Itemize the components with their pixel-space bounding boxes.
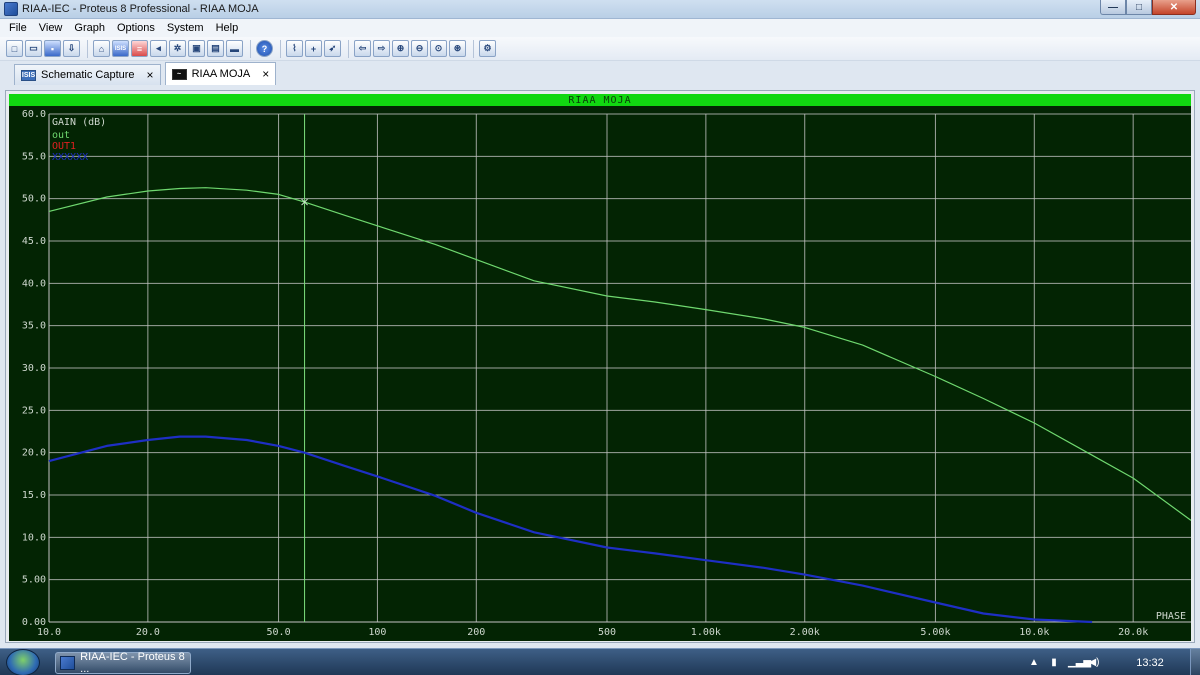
window-controls: — □ ✕ <box>1100 0 1196 15</box>
x-tick-label: 10.0k <box>1019 627 1049 638</box>
graph-window: RIAA MOJA 0.00 5.00 10.0 15.0 20.0 25.0 30.0 35… <box>5 90 1195 643</box>
graph-settings-icon[interactable]: ⚙ <box>479 40 496 57</box>
taskbar: RIAA-IEC - Proteus 8 ... ▲ ▮ ▁▃▅ ◀) 13:3… <box>0 648 1200 675</box>
menu-view[interactable]: View <box>33 22 69 34</box>
y-tick-label: 35.0 <box>22 321 46 332</box>
zoom-out-icon[interactable]: ⊖ <box>411 40 428 57</box>
save-icon[interactable]: ▪ <box>44 40 61 57</box>
document-tabs: ISIS Schematic Capture × ~ RIAA MOJA × <box>0 61 1200 85</box>
tab-label: Schematic Capture <box>41 69 135 81</box>
tab-riaa-moja[interactable]: ~ RIAA MOJA × <box>164 62 277 85</box>
help-icon[interactable]: ? <box>256 40 273 57</box>
app-window: RIAA-IEC - Proteus 8 Professional - RIAA… <box>0 0 1200 675</box>
add-trace-icon[interactable]: + <box>305 40 322 57</box>
tab-label: RIAA MOJA <box>191 68 251 80</box>
zoom-area-icon[interactable]: ⊛ <box>449 40 466 57</box>
x-tick-label: 5.00k <box>920 627 950 638</box>
zoom-in-icon[interactable]: ⊕ <box>392 40 409 57</box>
minimize-button[interactable]: — <box>1100 0 1126 15</box>
tab-schematic-capture[interactable]: ISIS Schematic Capture × <box>14 64 161 85</box>
y-axis-label: GAIN (dB) <box>52 117 106 128</box>
taskbar-task-label: RIAA-IEC - Proteus 8 ... <box>80 651 185 675</box>
network-signal-icon[interactable]: ▁▃▅ <box>1068 657 1091 669</box>
legend-entry: XXXXXX <box>52 152 88 163</box>
x-tick-label: 200 <box>467 627 485 638</box>
graph-title[interactable]: RIAA MOJA <box>9 94 1191 106</box>
y-tick-label: 15.0 <box>22 490 46 501</box>
power-icon[interactable]: ▮ <box>1048 657 1060 669</box>
arrow-right-icon[interactable]: ⇨ <box>373 40 390 57</box>
maximize-button[interactable]: □ <box>1126 0 1152 15</box>
y-tick-label: 55.0 <box>22 151 46 162</box>
y-tick-label: 25.0 <box>22 405 46 416</box>
menu-options[interactable]: Options <box>111 22 161 34</box>
isis-tab-icon: ISIS <box>21 69 36 81</box>
y-tick-label: 50.0 <box>22 194 46 205</box>
show-desktop-button[interactable] <box>1190 649 1200 675</box>
tab-close-button[interactable]: × <box>262 67 269 81</box>
zoom-all-icon[interactable]: ⊙ <box>430 40 447 57</box>
x-tick-label: 50.0 <box>267 627 291 638</box>
menu-system[interactable]: System <box>161 22 210 34</box>
graph-simulate-icon[interactable]: ⌇ <box>286 40 303 57</box>
toolbar-separator <box>280 39 281 58</box>
graph-plot-area[interactable]: 0.00 5.00 10.0 15.0 20.0 25.0 30.0 35.0 40.0 45.0… <box>9 106 1191 641</box>
isis-icon[interactable]: ISIS <box>112 40 129 57</box>
y-tick-label: 10.0 <box>22 532 46 543</box>
start-button[interactable] <box>6 649 40 675</box>
proteus-task-icon <box>60 656 76 670</box>
legend-entry: out <box>52 130 70 141</box>
x-tick-label: 20.0k <box>1118 627 1148 638</box>
toolbar-separator <box>250 39 251 58</box>
title-bar[interactable]: RIAA-IEC - Proteus 8 Professional - RIAA… <box>0 0 1200 19</box>
legend-entry: OUT1 <box>52 141 76 152</box>
x-tick-label: 1.00k <box>691 627 721 638</box>
menu-help[interactable]: Help <box>210 22 245 34</box>
y-tick-label: 20.0 <box>22 448 46 459</box>
tab-close-button[interactable]: × <box>147 68 154 82</box>
x-tick-label: 2.00k <box>790 627 820 638</box>
x-tick-label: 10.0 <box>37 627 61 638</box>
y-tick-label: 45.0 <box>22 236 46 247</box>
clock[interactable]: 13:32 <box>1130 657 1170 669</box>
y-tick-label: 40.0 <box>22 278 46 289</box>
window-title: RIAA-IEC - Proteus 8 Professional - RIAA… <box>22 3 259 15</box>
bom-icon[interactable]: ≡ <box>131 40 148 57</box>
volume-icon[interactable]: ◀) <box>1088 657 1100 669</box>
system-tray: ▲ ▮ ▁▃▅ ◀) 13:32 <box>1028 649 1200 675</box>
y-tick-label: 5.00 <box>22 575 46 586</box>
taskbar-proteus-button[interactable]: RIAA-IEC - Proteus 8 ... <box>55 651 191 675</box>
y-tick-label: 60.0 <box>22 109 46 120</box>
menu-file[interactable]: File <box>3 22 33 34</box>
toolbar-separator <box>348 39 349 58</box>
show-hidden-icons-icon[interactable]: ▲ <box>1028 657 1040 669</box>
close-button[interactable]: ✕ <box>1152 0 1196 15</box>
bus-icon[interactable]: ▬ <box>226 40 243 57</box>
pcb-icon[interactable]: ▣ <box>188 40 205 57</box>
graph-tab-icon: ~ <box>171 68 187 80</box>
menu-bar: File View Graph Options System Help <box>0 19 1200 37</box>
arrow-left-icon[interactable]: ⇦ <box>354 40 371 57</box>
toolbar: □ ▭ ▪ ⇩ ⌂ ISIS ≡ ◂ ✲ ▣ ▤ ▬ ? ⌇ + ➶ ⇦ ⇨ ⊕… <box>0 37 1200 61</box>
import-icon[interactable]: ⇩ <box>63 40 80 57</box>
phase-label: PHASE <box>1156 611 1186 622</box>
frequency-response-chart[interactable]: 0.005.0010.015.020.025.030.035.040.045.0… <box>9 106 1191 641</box>
x-tick-label: 500 <box>598 627 616 638</box>
toolbar-separator <box>87 39 88 58</box>
x-tick-label: 100 <box>368 627 386 638</box>
home-icon[interactable]: ⌂ <box>93 40 110 57</box>
x-tick-label: 20.0 <box>136 627 160 638</box>
run-icon[interactable]: ➶ <box>324 40 341 57</box>
open-folder-icon[interactable]: ▭ <box>25 40 42 57</box>
script-icon[interactable]: ▤ <box>207 40 224 57</box>
proteus-app-icon[interactable] <box>4 2 18 16</box>
menu-graph[interactable]: Graph <box>68 22 111 34</box>
series-line <box>48 187 1191 521</box>
component-icon[interactable]: ◂ <box>150 40 167 57</box>
toolbar-separator <box>473 39 474 58</box>
y-tick-label: 30.0 <box>22 363 46 374</box>
gear-icon[interactable]: ✲ <box>169 40 186 57</box>
new-file-icon[interactable]: □ <box>6 40 23 57</box>
